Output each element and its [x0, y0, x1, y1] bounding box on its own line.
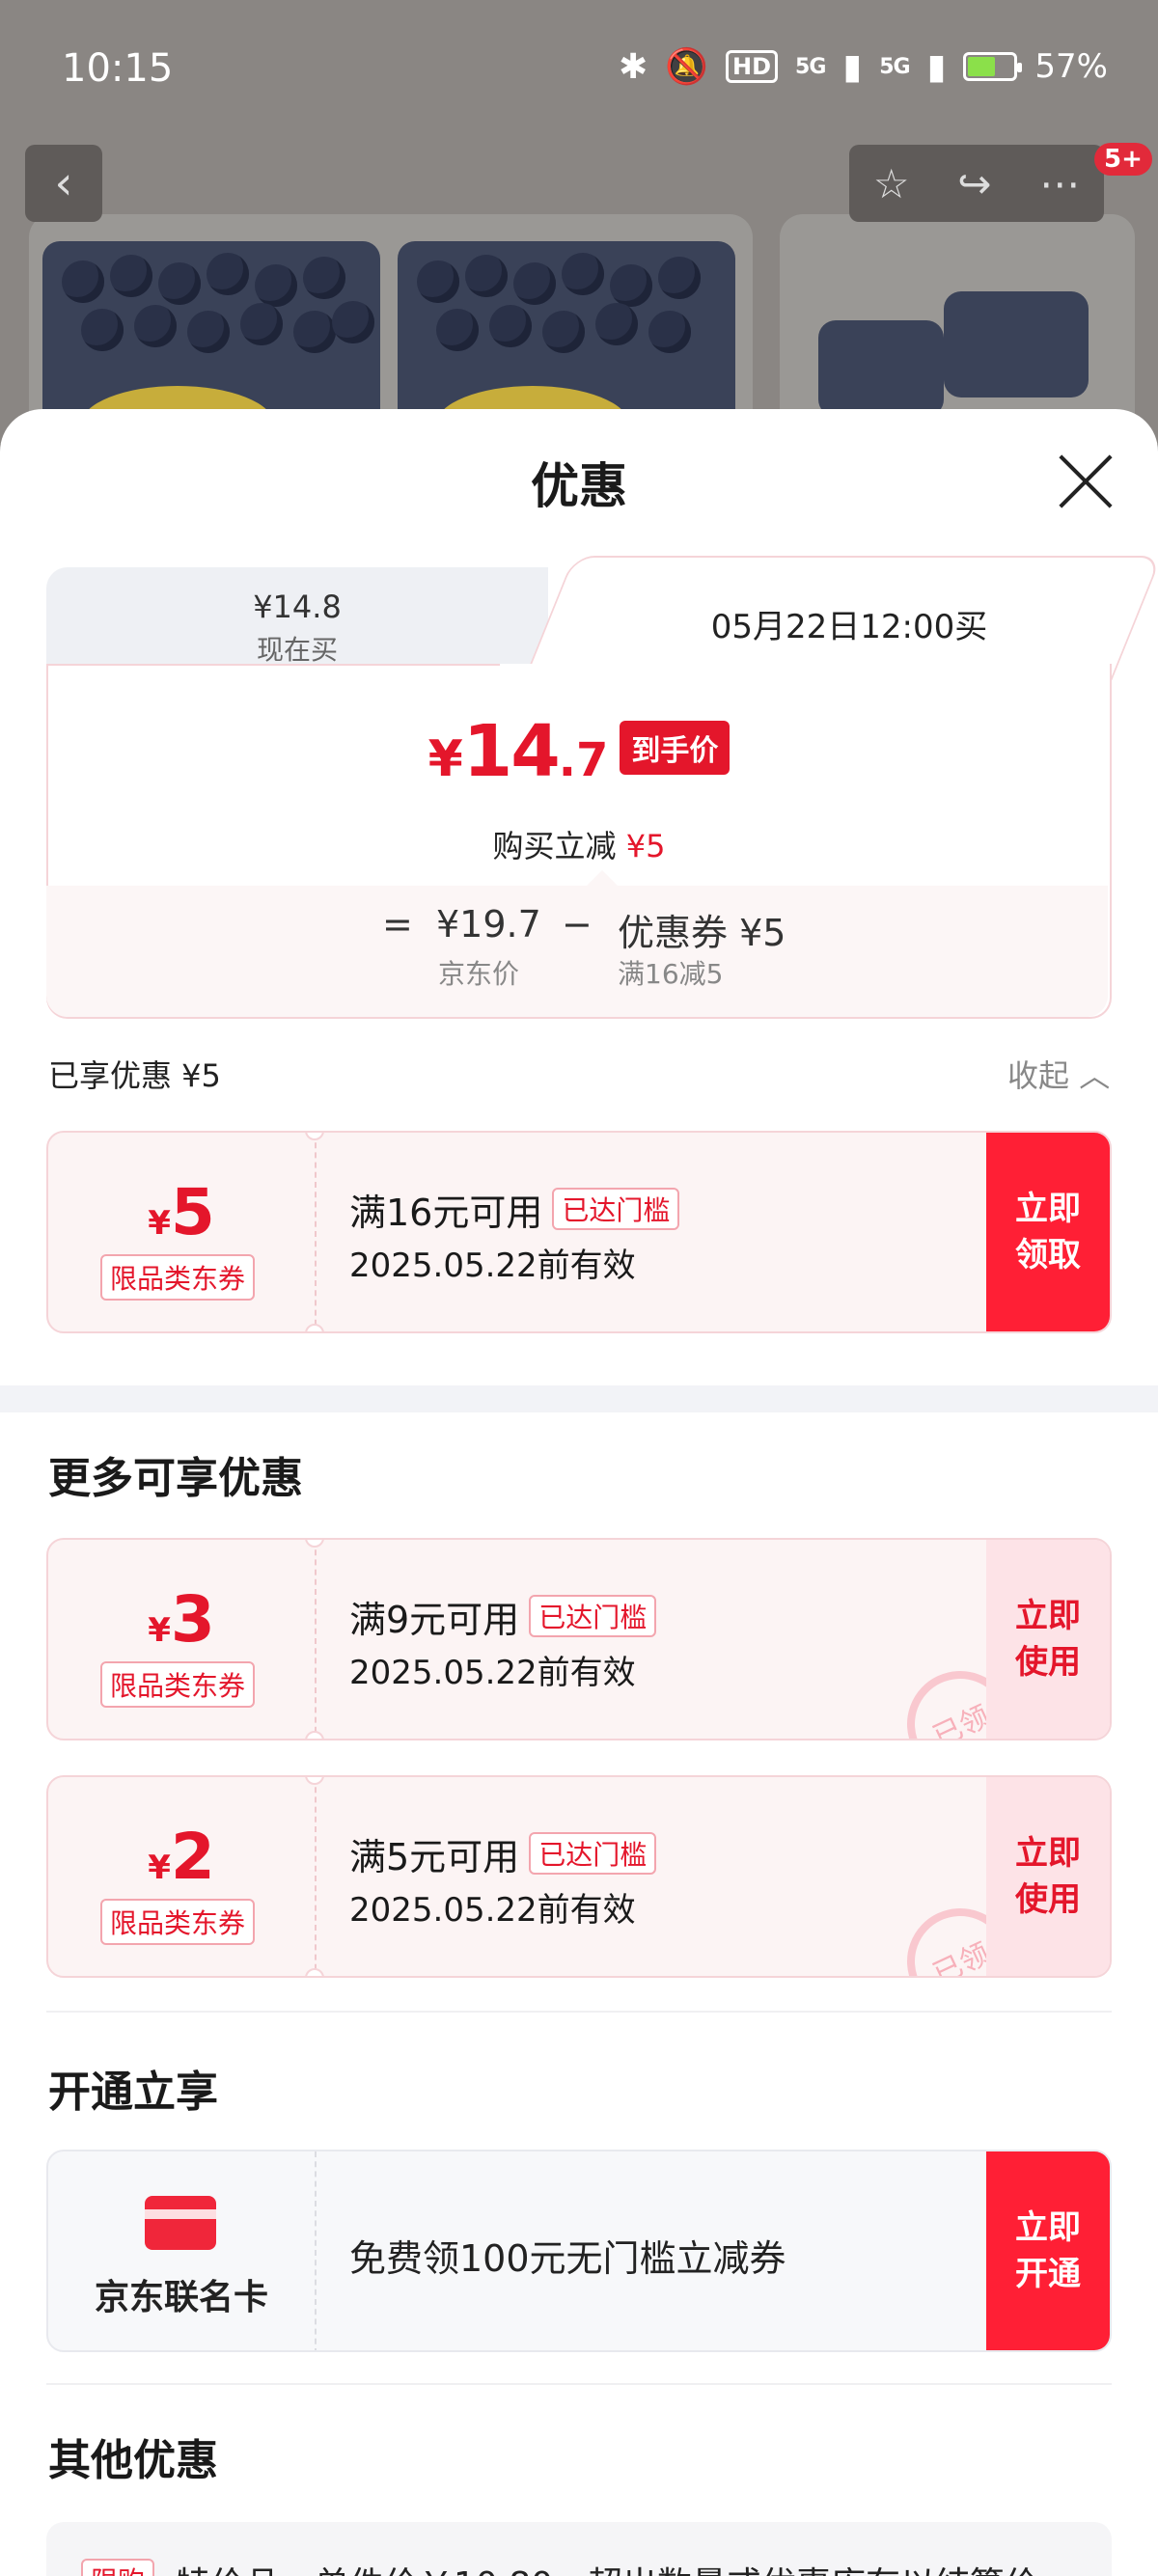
more-icon[interactable]: ⋯: [1039, 160, 1080, 207]
coupon-item: ¥2 限品类东券 满5元可用 已达门槛 2025.05.22前有效 已领 立即 使用: [46, 1775, 1112, 1978]
later-label: 05月22日12:00买: [710, 608, 988, 646]
coupon-applied: ¥5 限品类东券 满16元可用 已达门槛 2025.05.22前有效 立即 领取: [46, 1131, 1112, 1333]
sheet-title: 优惠: [531, 458, 627, 514]
back-button[interactable]: ‹: [25, 145, 102, 222]
coupon-amount: ¥3: [148, 1582, 215, 1657]
credit-card-icon: [145, 2196, 216, 2250]
card-offer-description: 免费领100元无门槛立减券: [349, 2237, 786, 2280]
card-name: 京东联名卡: [94, 2278, 268, 2317]
enjoyed-discount: 已享优惠 ¥5: [48, 1057, 221, 1094]
threshold-reached-badge: 已达门槛: [552, 1188, 680, 1230]
hd-icon: HD: [726, 50, 779, 83]
other-offer-text: 特价品，单件价￥10.80，超出数量或优惠库存以结算价: [176, 2557, 1039, 2576]
share-icon[interactable]: ↪: [957, 160, 991, 207]
signal-bars-icon-2: ▮: [926, 46, 947, 87]
star-icon[interactable]: ☆: [873, 160, 910, 207]
battery-level: 57%: [1034, 47, 1108, 86]
open-card-button[interactable]: 立即 开通: [986, 2151, 1110, 2350]
now-price: ¥14.8: [253, 589, 342, 625]
final-price: ¥14.7 到手价: [46, 710, 1112, 793]
signal-icon-1: 5G: [795, 54, 826, 79]
coupon-category: 限品类东券: [100, 1899, 256, 1945]
coupon-amount: ¥2: [148, 1820, 215, 1894]
coupon-category: 限品类东券: [100, 1254, 256, 1301]
chevron-up-icon: ︿: [1079, 1057, 1111, 1094]
limit-tag: 限购: [81, 2559, 155, 2576]
header-actions: ☆ ↪ ⋯: [849, 145, 1104, 222]
other-offers-title: 其他优惠: [48, 2436, 218, 2485]
more-offers-title: 更多可享优惠: [48, 1454, 303, 1503]
now-label: 现在买: [256, 634, 338, 666]
chevron-left-icon: ‹: [54, 156, 73, 210]
coupon-item: ¥3 限品类东券 满9元可用 已达门槛 2025.05.22前有效 已领 立即 使用: [46, 1538, 1112, 1740]
battery-icon: [963, 52, 1023, 81]
coupon-amount: ¥5: [148, 1175, 215, 1249]
coupon-valid-date: 2025.05.22前有效: [349, 1247, 636, 1285]
coupon-condition: 满5元可用 已达门槛: [349, 1827, 657, 1880]
bluetooth-icon: ✱: [619, 46, 648, 87]
status-bar: 10:15 ✱ 🔕 HD 5G ▮ 5G ▮ 57%: [0, 0, 1158, 135]
coupon-valid-date: 2025.05.22前有效: [349, 1654, 636, 1692]
tab-buy-now[interactable]: ¥14.8 现在买: [46, 567, 548, 675]
formula-base-label: 京东价: [438, 958, 520, 990]
threshold-reached-badge: 已达门槛: [529, 1595, 657, 1637]
formula-coupon-rule: 满16减5: [618, 958, 724, 990]
reduce-line: 购买立减 ¥5: [492, 828, 666, 864]
mute-bell-icon: 🔕: [665, 47, 709, 87]
open-offers-title: 开通立享: [48, 2068, 218, 2117]
threshold-reached-badge: 已达门槛: [529, 1832, 657, 1875]
final-price-tag: 到手价: [620, 721, 731, 775]
collapse-toggle[interactable]: 收起 ︿: [1007, 1052, 1110, 1096]
use-coupon-button[interactable]: 立即 使用: [986, 1540, 1110, 1739]
coupon-condition: 满16元可用 已达门槛: [349, 1183, 680, 1236]
status-icons: ✱ 🔕 HD 5G ▮ 5G ▮ 57%: [619, 46, 1108, 88]
formula-coupon: 优惠券 ¥5: [618, 912, 786, 954]
coupon-category: 限品类东券: [100, 1661, 256, 1708]
cobrand-card-offer: 京东联名卡 免费领100元无门槛立减券 立即 开通: [46, 2150, 1112, 2352]
formula-base-price: ¥19.7: [436, 903, 541, 945]
signal-icon-2: 5G: [879, 54, 910, 79]
discount-sheet: 优惠 ¥14.8 现在买 05月22日12:00买 ¥14.7 到手价 购买立减 …: [0, 409, 1158, 2576]
other-offer-item: 限购 特价品，单件价￥10.80，超出数量或优惠库存以结算价: [46, 2522, 1112, 2576]
coupon-condition: 满9元可用 已达门槛: [349, 1590, 657, 1643]
claim-coupon-button[interactable]: 立即 领取: [986, 1133, 1110, 1331]
formula-minus: −: [562, 903, 593, 945]
close-icon[interactable]: [1056, 452, 1116, 511]
use-coupon-button[interactable]: 立即 使用: [986, 1777, 1110, 1976]
formula-equals: =: [382, 903, 413, 945]
price-card: ¥14.8 现在买 05月22日12:00买 ¥14.7 到手价 购买立减 ¥5 …: [46, 556, 1158, 1019]
signal-bars-icon-1: ▮: [842, 46, 863, 87]
cart-badge: 5+: [1094, 143, 1152, 176]
coupon-valid-date: 2025.05.22前有效: [349, 1891, 636, 1930]
status-time: 10:15: [62, 46, 174, 91]
